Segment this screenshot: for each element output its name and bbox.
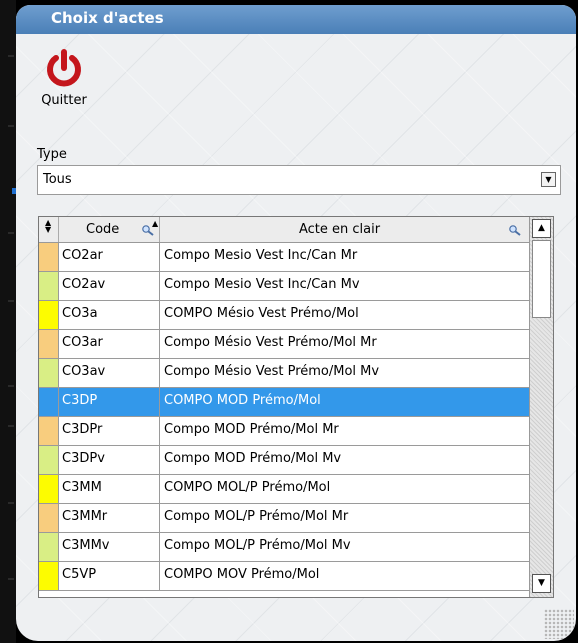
header-code-label: Code bbox=[86, 222, 120, 237]
header-acte-label: Acte en clair bbox=[299, 222, 381, 237]
acts-table: ▲ ▼ Code ▲ Acte en clair CO2ar Compo Mesio… bbox=[38, 216, 554, 598]
sort-icon[interactable]: ▲ ▼ bbox=[45, 219, 51, 234]
row-code-cell: CO3a bbox=[60, 301, 160, 329]
row-color-swatch bbox=[39, 272, 59, 300]
row-code-cell: C3DPv bbox=[60, 446, 160, 474]
row-code-cell: C3DP bbox=[60, 388, 160, 416]
table-row[interactable]: C3DPv Compo MOD Prémo/Mol Mv bbox=[39, 446, 529, 475]
scroll-thumb[interactable] bbox=[532, 240, 551, 318]
background-strip bbox=[0, 0, 16, 643]
row-color-swatch bbox=[39, 446, 59, 474]
table-row[interactable]: C3MM COMPO MOL/P Prémo/Mol bbox=[39, 475, 529, 504]
row-code-cell: C5VP bbox=[60, 562, 160, 590]
row-color-swatch bbox=[39, 417, 59, 445]
table-row[interactable]: C3DPr Compo MOD Prémo/Mol Mr bbox=[39, 417, 529, 446]
row-color-swatch bbox=[39, 359, 59, 387]
window-title: Choix d'actes bbox=[51, 9, 164, 27]
table-row[interactable]: CO3ar Compo Mésio Vest Prémo/Mol Mr bbox=[39, 330, 529, 359]
type-label: Type bbox=[37, 147, 67, 162]
table-row[interactable]: C3MMv Compo MOL/P Prémo/Mol Mv bbox=[39, 533, 529, 562]
row-color-swatch bbox=[39, 388, 59, 416]
scroll-up-icon[interactable]: ▲ bbox=[532, 219, 551, 238]
chevron-down-icon[interactable]: ▼ bbox=[541, 172, 556, 187]
title-bar: Choix d'actes bbox=[16, 5, 576, 34]
row-code-cell: C3MMr bbox=[60, 504, 160, 532]
type-select[interactable]: Tous ▼ bbox=[37, 165, 561, 195]
row-code-cell: CO3ar bbox=[60, 330, 160, 358]
sort-ascending-icon[interactable]: ▲ bbox=[152, 220, 158, 228]
table-row[interactable]: CO3av Compo Mésio Vest Prémo/Mol Mv bbox=[39, 359, 529, 388]
dialog-window: Choix d'actes Quitter Type Tous ▼ ▲ ▼ Cod… bbox=[16, 5, 576, 641]
row-code-cell: C3MM bbox=[60, 475, 160, 503]
table-row[interactable]: C3MMr Compo MOL/P Prémo/Mol Mr bbox=[39, 504, 529, 533]
table-row[interactable]: CO2ar Compo Mesio Vest Inc/Can Mr bbox=[39, 243, 529, 272]
scroll-down-icon[interactable]: ▼ bbox=[532, 574, 551, 593]
vertical-scrollbar[interactable]: ▲ ▼ bbox=[529, 217, 553, 597]
row-color-swatch bbox=[39, 562, 59, 590]
row-code-cell: CO2av bbox=[60, 272, 160, 300]
table-header: ▲ ▼ Code ▲ Acte en clair bbox=[39, 217, 553, 243]
table-row[interactable]: C3DP COMPO MOD Prémo/Mol bbox=[39, 388, 529, 417]
table-row[interactable]: CO2av Compo Mesio Vest Inc/Can Mv bbox=[39, 272, 529, 301]
header-acte[interactable]: Acte en clair bbox=[161, 217, 529, 242]
table-row[interactable]: CO3a COMPO Mésio Vest Prémo/Mol bbox=[39, 301, 529, 330]
header-color-column: ▲ ▼ bbox=[39, 217, 59, 242]
row-color-swatch bbox=[39, 243, 59, 271]
row-color-swatch bbox=[39, 504, 59, 532]
row-acte-cell: COMPO MOV Prémo/Mol bbox=[164, 567, 320, 582]
row-color-swatch bbox=[39, 475, 59, 503]
row-color-swatch bbox=[39, 301, 59, 329]
table-row[interactable]: C5VP COMPO MOV Prémo/Mol bbox=[39, 562, 529, 591]
row-code-cell: C3DPr bbox=[60, 417, 160, 445]
power-icon bbox=[47, 49, 81, 87]
row-code-cell: CO2ar bbox=[60, 243, 160, 271]
row-code-cell: CO3av bbox=[60, 359, 160, 387]
quit-label: Quitter bbox=[41, 93, 87, 108]
header-code[interactable]: Code ▲ bbox=[60, 217, 160, 242]
search-acte-icon[interactable] bbox=[508, 224, 522, 236]
resize-grip-icon[interactable] bbox=[544, 609, 574, 639]
row-color-swatch bbox=[39, 330, 59, 358]
row-code-cell: C3MMv bbox=[60, 533, 160, 561]
row-color-swatch bbox=[39, 533, 59, 561]
type-select-value: Tous bbox=[43, 172, 72, 187]
quit-button[interactable]: Quitter bbox=[32, 49, 96, 108]
